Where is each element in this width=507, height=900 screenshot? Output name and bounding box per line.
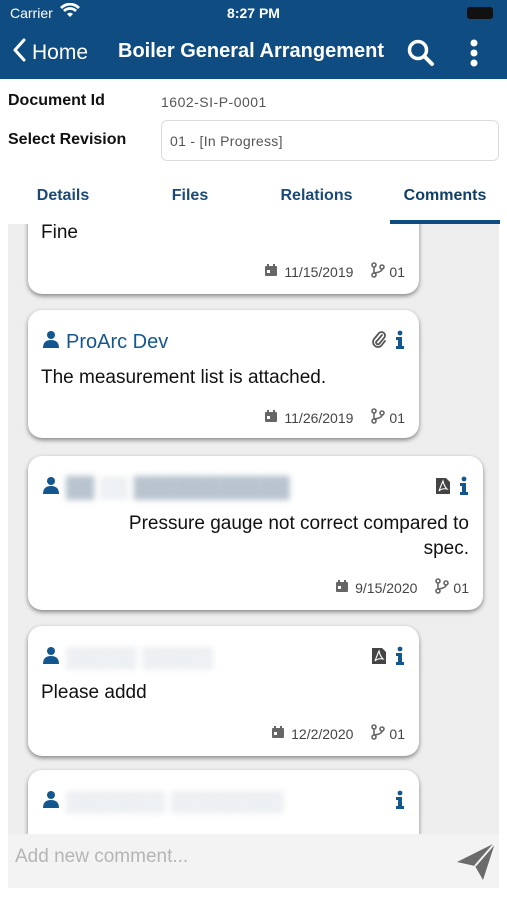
info-icon[interactable] xyxy=(459,476,469,496)
comment-text: Pressure gauge not correct compared to s… xyxy=(128,513,469,559)
calendar-icon xyxy=(335,579,349,596)
comment-text: Fine xyxy=(41,224,78,243)
tab-comments[interactable]: Comments xyxy=(390,176,500,224)
comments-list[interactable]: Fine 11/15/2019 01 ProArc Dev The measur… xyxy=(8,224,499,834)
status-bar: Carrier 8:27 PM xyxy=(0,0,507,26)
navigation-bar: Home Boiler General Arrangement xyxy=(0,26,507,79)
tab-relations[interactable]: Relations xyxy=(254,176,379,224)
document-id-value: 1602-SI-P-0001 xyxy=(161,94,267,110)
comment-actions xyxy=(371,330,405,350)
branch-icon xyxy=(435,578,450,597)
comment-revision: 01 xyxy=(389,725,405,742)
info-icon[interactable] xyxy=(395,330,405,350)
comment-author: ProArc Dev xyxy=(42,330,168,354)
comment-date: 11/15/2019 xyxy=(284,263,354,280)
comment-author-obscured: ██ ▒▒ ███████████ xyxy=(66,476,290,499)
comment-meta: 12/2/2020 01 xyxy=(271,724,405,743)
revision-label: Select Revision xyxy=(8,131,127,148)
back-button[interactable]: Home xyxy=(12,38,88,67)
comment-actions xyxy=(395,790,405,810)
pdf-icon[interactable] xyxy=(371,647,387,665)
comment-date: 11/26/2019 xyxy=(284,409,354,426)
comment-composer xyxy=(8,834,499,888)
branch-icon xyxy=(371,408,386,427)
comment-card: ██ ▒▒ ███████████ Pressure gauge not cor… xyxy=(28,456,483,610)
search-icon[interactable] xyxy=(406,38,436,73)
calendar-icon xyxy=(271,725,285,742)
comment-author: ██ ▒▒ ███████████ xyxy=(42,476,290,500)
comment-revision: 01 xyxy=(389,409,405,426)
info-icon[interactable] xyxy=(395,790,405,810)
back-label: Home xyxy=(32,40,89,64)
comment-author-name: ProArc Dev xyxy=(66,330,169,353)
clock: 8:27 PM xyxy=(227,5,280,21)
comment-meta: 9/15/2020 01 xyxy=(335,578,469,597)
comment-author: ▒▒▒▒▒ ▒▒▒▒▒ xyxy=(42,646,213,670)
comment-actions xyxy=(435,476,469,496)
page-title: Boiler General Arrangement xyxy=(118,40,385,62)
tab-details[interactable]: Details xyxy=(0,176,126,224)
battery-icon xyxy=(467,7,493,19)
comment-card: ▒▒▒▒▒▒▒ ▒▒▒▒▒▒▒▒ xyxy=(28,770,419,834)
comment-card: Fine 11/15/2019 01 xyxy=(28,224,419,294)
tab-files[interactable]: Files xyxy=(126,176,254,224)
comment-meta: 11/15/2019 01 xyxy=(264,262,405,281)
user-icon xyxy=(42,646,60,670)
branch-icon xyxy=(371,262,386,281)
comment-author: ▒▒▒▒▒▒▒ ▒▒▒▒▒▒▒▒ xyxy=(42,790,284,814)
document-id-label: Document Id xyxy=(8,92,105,109)
comment-revision: 01 xyxy=(453,579,469,596)
comment-actions xyxy=(371,646,405,666)
send-icon[interactable] xyxy=(455,840,497,887)
comment-text: Please addd xyxy=(41,682,147,703)
info-icon[interactable] xyxy=(395,646,405,666)
revision-select[interactable]: 01 - [In Progress] xyxy=(161,120,499,161)
new-comment-input[interactable] xyxy=(8,834,438,880)
tab-bar: Details Files Relations Comments xyxy=(0,176,507,224)
comment-date: 12/2/2020 xyxy=(291,725,354,742)
user-icon xyxy=(42,790,60,814)
back-chevron-icon xyxy=(12,38,26,67)
more-vertical-icon[interactable] xyxy=(468,38,480,73)
user-icon xyxy=(42,476,60,500)
calendar-icon xyxy=(264,263,278,280)
branch-icon xyxy=(371,724,386,743)
paperclip-icon[interactable] xyxy=(371,331,387,349)
comment-author-obscured: ▒▒▒▒▒▒▒ ▒▒▒▒▒▒▒▒ xyxy=(66,790,285,813)
pdf-icon[interactable] xyxy=(435,477,451,495)
comment-card: ▒▒▒▒▒ ▒▒▒▒▒ Please addd 12/2/2020 01 xyxy=(28,626,419,756)
comment-text: The measurement list is attached. xyxy=(41,367,327,388)
comment-revision: 01 xyxy=(389,263,405,280)
comment-author-obscured: ▒▒▒▒▒ ▒▒▒▒▒ xyxy=(66,646,214,669)
comment-meta: 11/26/2019 01 xyxy=(264,408,405,427)
calendar-icon xyxy=(264,409,278,426)
comment-date: 9/15/2020 xyxy=(355,579,418,596)
user-icon xyxy=(42,330,60,354)
comment-card: ProArc Dev The measurement list is attac… xyxy=(28,310,419,438)
